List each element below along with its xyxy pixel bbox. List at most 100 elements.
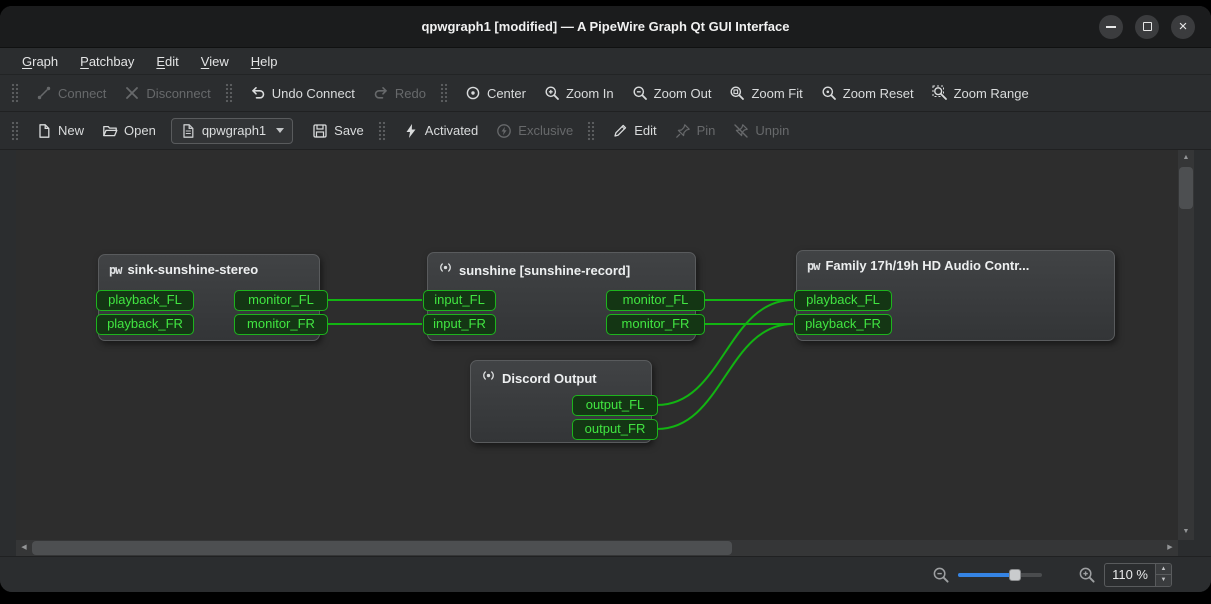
- zoom-in-label: Zoom In: [566, 86, 614, 101]
- undo-icon: [250, 85, 266, 101]
- exclusive-label: Exclusive: [518, 123, 573, 138]
- audio-app-icon: [481, 368, 496, 388]
- menu-edit[interactable]: Edit: [146, 50, 188, 73]
- close-icon: ×: [1179, 19, 1188, 34]
- save-icon: [312, 123, 328, 139]
- spin-down-icon[interactable]: ▼: [1156, 575, 1171, 586]
- sink-sunshine-stereo-playback-fr-port[interactable]: playback_FR: [96, 314, 194, 335]
- discord-output-fl-port[interactable]: output_FL: [572, 395, 658, 416]
- pin-button: Pin: [666, 117, 725, 145]
- node-header: pw sink-sunshine-stereo: [99, 255, 319, 281]
- disconnect-label: Disconnect: [146, 86, 210, 101]
- zoom-in-icon: [544, 85, 560, 101]
- node-family-hd-audio[interactable]: pw Family 17h/19h HD Audio Contr... play…: [796, 250, 1115, 341]
- spin-up-icon[interactable]: ▲: [1156, 564, 1171, 576]
- zoom-fit-icon: [729, 85, 745, 101]
- statusbar: 110 % ▲ ▼: [0, 556, 1211, 592]
- zoom-value[interactable]: 110 %: [1105, 564, 1155, 586]
- vertical-scrollbar-thumb[interactable]: [1179, 167, 1193, 209]
- zoom-in-button[interactable]: Zoom In: [535, 79, 623, 107]
- pin-icon: [675, 123, 691, 139]
- edit-pencil-icon: [612, 123, 628, 139]
- node-sunshine[interactable]: sunshine [sunshine-record] input_FL inpu…: [427, 252, 696, 341]
- new-button[interactable]: New: [27, 117, 93, 145]
- connect-button: Connect: [27, 79, 115, 107]
- node-header: Discord Output: [471, 361, 651, 392]
- zoom-slider-fill: [958, 573, 1014, 577]
- minimize-button[interactable]: [1099, 15, 1123, 39]
- toolbar-grip[interactable]: [225, 83, 234, 103]
- activated-button[interactable]: Activated: [394, 117, 487, 145]
- redo-button: Redo: [364, 79, 435, 107]
- activated-bolt-icon: [403, 123, 419, 139]
- zoom-spinbox[interactable]: 110 % ▲ ▼: [1104, 563, 1172, 587]
- zoom-out-button[interactable]: Zoom Out: [623, 79, 721, 107]
- chevron-down-icon: [276, 128, 284, 133]
- zoom-out-icon: [932, 566, 950, 584]
- node-discord-output[interactable]: Discord Output output_FL output_FR: [470, 360, 652, 443]
- scroll-down-arrow-icon[interactable]: ▼: [1178, 524, 1194, 540]
- zoom-fit-button[interactable]: Zoom Fit: [720, 79, 811, 107]
- horizontal-scrollbar-thumb[interactable]: [32, 541, 732, 555]
- family-hd-audio-playback-fr-port[interactable]: playback_FR: [794, 314, 892, 335]
- toolbar-grip[interactable]: [11, 83, 20, 103]
- unpin-icon: [733, 123, 749, 139]
- zoom-slider-handle[interactable]: [1009, 569, 1021, 581]
- sink-sunshine-stereo-playback-fl-port[interactable]: playback_FL: [96, 290, 194, 311]
- discord-output-fr-port[interactable]: output_FR: [572, 419, 658, 440]
- center-label: Center: [487, 86, 526, 101]
- menu-help[interactable]: Help: [241, 50, 288, 73]
- new-file-icon: [36, 123, 52, 139]
- close-button[interactable]: ×: [1171, 15, 1195, 39]
- maximize-icon: [1143, 22, 1152, 31]
- zoom-reset-label: Zoom Reset: [843, 86, 914, 101]
- zoom-range-button[interactable]: Zoom Range: [923, 79, 1038, 107]
- scroll-right-arrow-icon[interactable]: ▶: [1162, 540, 1178, 556]
- patchbay-profile-combo[interactable]: qpwgraph1: [171, 118, 293, 144]
- scroll-left-arrow-icon[interactable]: ◀: [16, 540, 32, 556]
- sunshine-input-fl-port[interactable]: input_FL: [423, 290, 496, 311]
- exclusive-button: Exclusive: [487, 117, 582, 145]
- maximize-button[interactable]: [1135, 15, 1159, 39]
- toolbar-grip[interactable]: [587, 121, 596, 141]
- toolbar-grip[interactable]: [378, 121, 387, 141]
- vertical-scrollbar[interactable]: ▲ ▼: [1178, 150, 1194, 540]
- sunshine-input-fr-port[interactable]: input_FR: [423, 314, 496, 335]
- sink-sunshine-stereo-monitor-fr-port[interactable]: monitor_FR: [234, 314, 328, 335]
- node-header: sunshine [sunshine-record]: [428, 253, 695, 284]
- horizontal-scrollbar[interactable]: ◀ ▶: [16, 540, 1178, 556]
- menu-graph[interactable]: Graph: [12, 50, 68, 73]
- zoom-range-label: Zoom Range: [954, 86, 1029, 101]
- edit-label: Edit: [634, 123, 656, 138]
- open-button[interactable]: Open: [93, 117, 165, 145]
- zoom-reset-button[interactable]: Zoom Reset: [812, 79, 923, 107]
- sunshine-monitor-fr-port[interactable]: monitor_FR: [606, 314, 705, 335]
- scroll-up-arrow-icon[interactable]: ▲: [1178, 150, 1194, 166]
- sunshine-monitor-fl-port[interactable]: monitor_FL: [606, 290, 705, 311]
- menu-patchbay[interactable]: Patchbay: [70, 50, 144, 73]
- graph-canvas[interactable]: pw sink-sunshine-stereo playback_FL play…: [16, 150, 1178, 540]
- toolbar-grip[interactable]: [11, 121, 20, 141]
- pin-label: Pin: [697, 123, 716, 138]
- center-button[interactable]: Center: [456, 79, 535, 107]
- undo-connect-button[interactable]: Undo Connect: [241, 79, 364, 107]
- edit-button[interactable]: Edit: [603, 117, 665, 145]
- zoom-spin-buttons: ▲ ▼: [1155, 564, 1171, 586]
- node-header: pw Family 17h/19h HD Audio Contr...: [797, 251, 1114, 277]
- titlebar[interactable]: qpwgraph1 [modified] — A PipeWire Graph …: [0, 6, 1211, 48]
- node-sink-sunshine-stereo[interactable]: pw sink-sunshine-stereo playback_FL play…: [98, 254, 320, 341]
- zoom-fit-label: Zoom Fit: [751, 86, 802, 101]
- node-title: Discord Output: [502, 371, 597, 386]
- open-label: Open: [124, 123, 156, 138]
- new-label: New: [58, 123, 84, 138]
- family-hd-audio-playback-fl-port[interactable]: playback_FL: [794, 290, 892, 311]
- graph-toolbar: Connect Disconnect Undo Connect Redo: [0, 75, 1211, 112]
- audio-app-icon: [438, 260, 453, 280]
- save-button[interactable]: Save: [303, 117, 373, 145]
- sink-sunshine-stereo-monitor-fl-port[interactable]: monitor_FL: [234, 290, 328, 311]
- toolbar-grip[interactable]: [440, 83, 449, 103]
- zoom-slider[interactable]: [958, 567, 1042, 583]
- zoom-out-label: Zoom Out: [654, 86, 712, 101]
- qpwgraph-window: qpwgraph1 [modified] — A PipeWire Graph …: [0, 6, 1211, 592]
- menu-view[interactable]: View: [191, 50, 239, 73]
